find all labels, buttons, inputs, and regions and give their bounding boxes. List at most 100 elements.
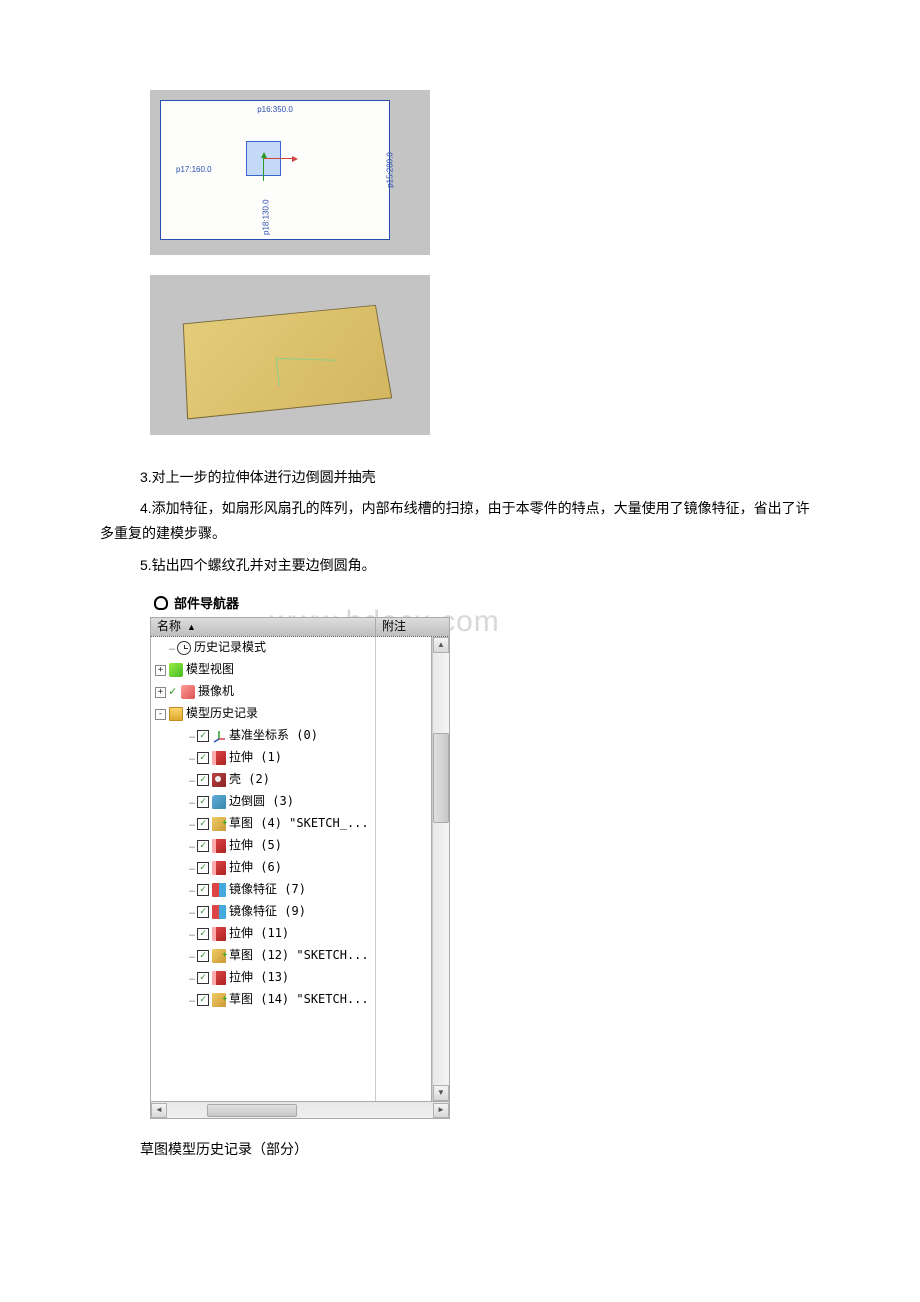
scroll-thumb[interactable] — [433, 733, 449, 823]
checkbox-checked-icon[interactable]: ✓ — [197, 818, 209, 830]
tree-item-label: 模型视图 — [186, 659, 234, 681]
checkbox-checked-icon[interactable]: ✓ — [197, 994, 209, 1006]
iso-axis-icon — [276, 358, 336, 361]
column-header-note[interactable]: 附注 — [376, 618, 449, 636]
tree-row[interactable]: …✓ 镜像特征 (7) — [151, 879, 375, 901]
tree-item-label: 镜像特征 (7) — [229, 879, 306, 901]
scroll-up-button[interactable]: ▲ — [433, 637, 449, 653]
tree-connector: … — [189, 969, 194, 987]
note-column — [376, 637, 432, 1101]
tree-connector: … — [189, 749, 194, 767]
extrude-icon — [212, 839, 226, 853]
checkbox-checked-icon[interactable]: ✓ — [197, 840, 209, 852]
tree-row[interactable]: …✓拉伸 (13) — [151, 967, 375, 989]
scroll-down-button[interactable]: ▼ — [433, 1085, 449, 1101]
tree-row[interactable]: … 历史记录模式 — [151, 637, 375, 659]
tree-connector: … — [189, 991, 194, 1009]
sketch-2d-figure: p16:350.0 p17:160.0 p15:280.0 p18:130.0 — [150, 90, 430, 255]
checkbox-checked-icon[interactable]: ✓ — [197, 752, 209, 764]
sort-ascending-icon: ▲ — [187, 619, 196, 635]
part-navigator-panel: 部件导航器 名称 ▲ 附注 …历史记录模式+模型视图+✓摄像机-模型历史记录…✓… — [150, 590, 450, 1119]
collapse-icon[interactable]: - — [155, 709, 166, 720]
tree-item-label: 草图 (14) "SKETCH... — [229, 989, 369, 1011]
tree-item-label: 边倒圆 (3) — [229, 791, 294, 813]
tree-item-label: 拉伸 (11) — [229, 923, 289, 945]
tree-row[interactable]: …✓拉伸 (6) — [151, 857, 375, 879]
checkbox-checked-icon[interactable]: ✓ — [197, 972, 209, 984]
tree-item-label: 历史记录模式 — [194, 637, 266, 659]
tree-row[interactable]: …✓草图 (12) "SKETCH... — [151, 945, 375, 967]
shell-icon — [212, 773, 226, 787]
tree-row[interactable]: …✓拉伸 (11) — [151, 923, 375, 945]
paragraph-4: 4.添加特征，如扇形风扇孔的阵列，内部布线槽的扫掠，由于本零件的特点，大量使用了… — [100, 496, 820, 546]
csys-icon — [212, 729, 226, 743]
tree-item-label: 拉伸 (1) — [229, 747, 282, 769]
panel-column-header[interactable]: 名称 ▲ 附注 — [150, 617, 450, 637]
tree-connector: … — [189, 903, 194, 921]
model-icon — [169, 663, 183, 677]
extrude-icon — [212, 861, 226, 875]
sketch-icon — [212, 949, 226, 963]
tree-item-label: 模型历史记录 — [186, 703, 258, 725]
tree-item-label: 拉伸 (5) — [229, 835, 282, 857]
folder-icon — [169, 707, 183, 721]
fillet-icon — [212, 795, 226, 809]
checkbox-checked-icon[interactable]: ✓ — [197, 730, 209, 742]
tree-row[interactable]: …✓ 镜像特征 (9) — [151, 901, 375, 923]
extrude-icon — [212, 971, 226, 985]
tree-connector: … — [189, 881, 194, 899]
dimension-left: p17:160.0 — [176, 163, 212, 177]
tree-row[interactable]: …✓ 拉伸 (5) — [151, 835, 375, 857]
tree-item-label: 草图 (4) "SKETCH_... — [229, 813, 369, 835]
tree-connector: … — [189, 815, 194, 833]
checkbox-checked-icon[interactable]: ✓ — [197, 796, 209, 808]
camera-icon — [181, 685, 195, 699]
paragraph-3: 3.对上一步的拉伸体进行边倒圆并抽壳 — [100, 465, 820, 490]
tree-row[interactable]: + 模型视图 — [151, 659, 375, 681]
panel-title-text: 部件导航器 — [174, 592, 239, 615]
column-header-name[interactable]: 名称 ▲ — [151, 618, 376, 636]
tree-row[interactable]: …✓ 草图 (4) "SKETCH_... — [151, 813, 375, 835]
extrude-icon — [212, 751, 226, 765]
checkmark-icon: ✓ — [169, 681, 181, 703]
tree-item-label: 拉伸 (6) — [229, 857, 282, 879]
tree-row[interactable]: +✓摄像机 — [151, 681, 375, 703]
scroll-right-button[interactable]: ► — [433, 1103, 449, 1118]
expand-icon[interactable]: + — [155, 665, 166, 676]
tree-row[interactable]: …✓壳 (2) — [151, 769, 375, 791]
tree-connector: … — [189, 837, 194, 855]
horizontal-scrollbar[interactable]: ◄ ► — [150, 1102, 450, 1119]
dimension-bottom: p18:130.0 — [260, 199, 274, 235]
tree-row[interactable]: …✓ 拉伸 (1) — [151, 747, 375, 769]
scroll-left-button[interactable]: ◄ — [151, 1103, 167, 1118]
mirror-icon — [212, 883, 226, 897]
tree-connector: … — [169, 639, 174, 657]
tree-row[interactable]: …✓ 边倒圆 (3) — [151, 791, 375, 813]
checkbox-checked-icon[interactable]: ✓ — [197, 928, 209, 940]
checkbox-checked-icon[interactable]: ✓ — [197, 774, 209, 786]
axis-y-icon — [263, 156, 264, 181]
tree-connector: … — [189, 947, 194, 965]
axis-x-icon — [264, 158, 294, 159]
tree-content-area[interactable]: …历史记录模式+模型视图+✓摄像机-模型历史记录…✓基准坐标系 (0)…✓拉伸 … — [151, 637, 376, 1101]
mirror-icon — [212, 905, 226, 919]
tree-row[interactable]: - 模型历史记录 — [151, 703, 375, 725]
tree-connector: … — [189, 771, 194, 789]
checkbox-checked-icon[interactable]: ✓ — [197, 950, 209, 962]
tree-row[interactable]: …✓ 草图 (14) "SKETCH... — [151, 989, 375, 1011]
checkbox-checked-icon[interactable]: ✓ — [197, 906, 209, 918]
tree-item-label: 镜像特征 (9) — [229, 901, 306, 923]
expand-icon[interactable]: + — [155, 687, 166, 698]
tree-row[interactable]: …✓基准坐标系 (0) — [151, 725, 375, 747]
isometric-figure — [150, 275, 430, 435]
checkbox-checked-icon[interactable]: ✓ — [197, 884, 209, 896]
checkbox-checked-icon[interactable]: ✓ — [197, 862, 209, 874]
sketch-icon — [212, 993, 226, 1007]
clock-icon — [177, 641, 191, 655]
hscroll-thumb[interactable] — [207, 1104, 297, 1117]
tree-connector: … — [189, 793, 194, 811]
figure-caption: 草图模型历史记录（部分） — [140, 1137, 820, 1162]
panel-title-bar: 部件导航器 — [150, 590, 450, 617]
vertical-scrollbar[interactable]: ▲ ▼ — [432, 637, 449, 1101]
iso-axis-icon — [276, 357, 280, 386]
